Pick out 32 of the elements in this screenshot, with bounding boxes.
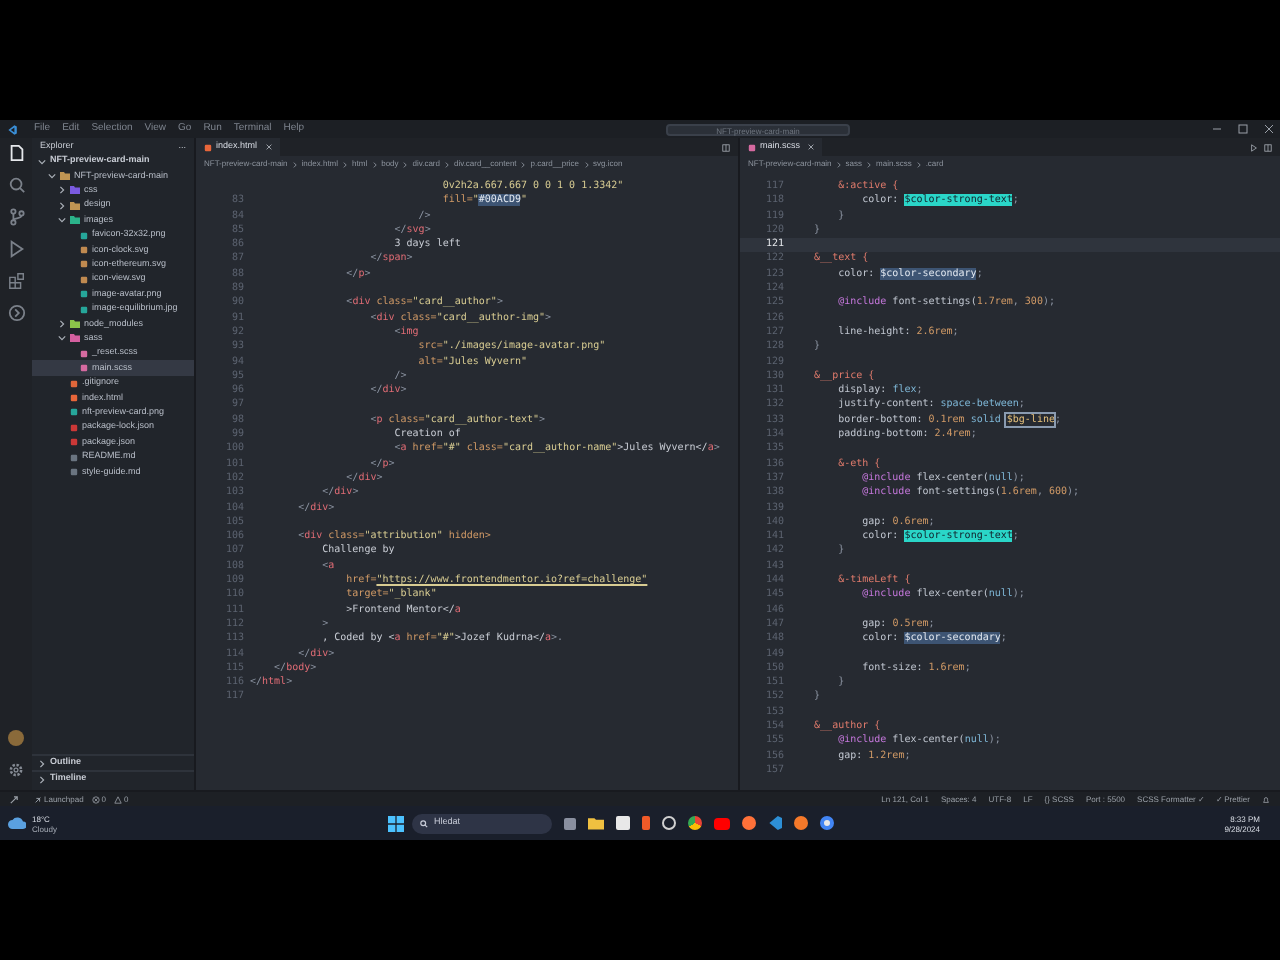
cloud-icon xyxy=(8,816,26,830)
app-logo-icon xyxy=(6,123,18,135)
settings-icon[interactable] xyxy=(8,762,24,778)
browser-icon[interactable] xyxy=(688,816,702,830)
split-editor-icon[interactable] xyxy=(1264,143,1272,151)
close-icon[interactable] xyxy=(1264,124,1274,134)
code-editor-icon[interactable] xyxy=(768,816,782,830)
warning-icon xyxy=(114,795,123,803)
browser-icon[interactable] xyxy=(742,816,756,830)
app-icon[interactable] xyxy=(794,816,808,830)
folder-icon[interactable] xyxy=(588,816,604,830)
search-icon[interactable] xyxy=(7,176,25,194)
close-icon[interactable] xyxy=(808,144,815,150)
error-icon xyxy=(91,795,100,803)
file-icon xyxy=(748,143,756,151)
circle-icon[interactable] xyxy=(7,304,25,322)
extensions-icon[interactable] xyxy=(7,272,25,290)
minimize-icon[interactable] xyxy=(1212,124,1222,134)
branch-icon[interactable] xyxy=(7,208,25,226)
windows-logo-icon[interactable] xyxy=(388,815,404,831)
browser-icon[interactable] xyxy=(820,816,834,830)
maximize-icon[interactable] xyxy=(1238,124,1248,134)
remote-icon[interactable] xyxy=(10,795,18,803)
split-editor-icon[interactable] xyxy=(722,143,730,151)
avatar-icon[interactable] xyxy=(8,730,24,746)
bell-icon[interactable] xyxy=(1262,795,1270,803)
file-icon xyxy=(204,143,212,151)
close-icon[interactable] xyxy=(265,144,272,150)
files-icon[interactable] xyxy=(7,144,25,162)
search-icon xyxy=(420,819,428,827)
chevron-right-icon[interactable] xyxy=(58,319,66,328)
run-icon[interactable] xyxy=(1250,143,1258,151)
